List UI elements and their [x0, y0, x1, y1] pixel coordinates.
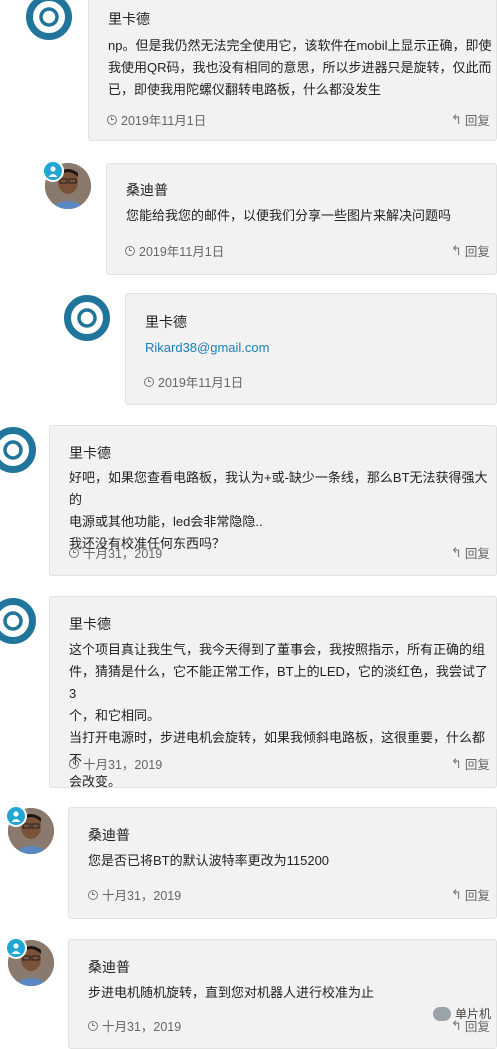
clock-icon — [88, 889, 98, 900]
comment-author[interactable]: 桑迪普 — [126, 180, 168, 200]
comment-author[interactable]: 里卡德 — [108, 9, 150, 29]
reply-label: 回复 — [464, 547, 490, 561]
email-link-text[interactable]: Rikard38@gmail.com — [145, 340, 269, 355]
comment-line: 我使用QR码，我也没有相同的意思，所以步进器只是旋转，仅此而 — [108, 60, 492, 75]
comment-line: 件，猜猜是什么，它不能正常工作，BT上的LED，它的淡红色，我尝试了3 — [69, 664, 488, 701]
comment-author[interactable]: 桑迪普 — [88, 825, 130, 845]
wordpress-avatar — [64, 295, 110, 341]
comment-date-text: 2019年11月1日 — [121, 114, 207, 128]
comment-date[interactable]: 2019年11月1日 — [144, 372, 243, 391]
comment-line: 好吧，如果您查看电路板，我认为+或-缺少一条线，那么BT无法获得强大的 — [69, 470, 488, 507]
comment-date[interactable]: 十月31，2019 — [69, 543, 162, 562]
comment-date[interactable]: 2019年11月1日 — [107, 110, 206, 129]
comment-author[interactable]: 里卡德 — [69, 614, 111, 634]
reply-label: 回复 — [464, 245, 490, 259]
comment-line: 您能给我您的邮件，以便我们分享一些图片来解决问题吗 — [126, 208, 452, 223]
clock-icon — [125, 245, 135, 256]
comment-date-text: 十月31，2019 — [102, 889, 182, 903]
comment-line: np。但是我仍然无法完全使用它，该软件在mobil上显示正确，即使 — [108, 38, 492, 53]
comment-date-text: 2019年11月1日 — [158, 376, 244, 390]
user-badge-icon — [5, 937, 27, 959]
email-link[interactable]: Rikard38@gmail.com — [145, 337, 490, 359]
comment-author[interactable]: 里卡德 — [69, 443, 111, 463]
wordpress-avatar — [0, 427, 36, 473]
comment-date[interactable]: 2019年11月1日 — [125, 241, 224, 260]
reply-icon: ↰ — [451, 755, 462, 771]
comment-line: 个，和它相同。 — [69, 708, 161, 723]
comment-author[interactable]: 桑迪普 — [88, 957, 130, 977]
wordpress-icon — [3, 440, 23, 460]
reply-icon: ↰ — [451, 544, 462, 560]
comment-date-text: 十月31，2019 — [83, 547, 163, 561]
reply-button[interactable]: ↰ 回复 — [451, 885, 490, 904]
user-badge-icon — [5, 805, 27, 827]
comment-line: 会改变。 — [69, 774, 122, 789]
watermark-text: 单片机 — [454, 1007, 491, 1021]
wordpress-icon — [3, 611, 23, 631]
reply-label: 回复 — [464, 114, 490, 128]
reply-icon: ↰ — [451, 111, 462, 127]
comment-body: 好吧，如果您查看电路板，我认为+或-缺少一条线，那么BT无法获得强大的 电源或其… — [69, 467, 494, 555]
comment-body: Rikard38@gmail.com — [145, 337, 490, 359]
comment-line: 步进电机随机旋转，直到您对机器人进行校准为止 — [88, 985, 375, 1000]
wordpress-avatar — [26, 0, 72, 40]
reply-icon: ↰ — [451, 886, 462, 902]
comment-date[interactable]: 十月31，2019 — [69, 754, 162, 773]
reply-button[interactable]: ↰ 回复 — [451, 110, 490, 129]
comment-body: 您能给我您的邮件，以便我们分享一些图片来解决问题吗 — [126, 205, 491, 227]
comment-author[interactable]: 里卡德 — [145, 312, 187, 332]
comment-line: 已，即使我用陀螺仪翻转电路板，什么都没发生 — [108, 82, 382, 97]
comment-body: np。但是我仍然无法完全使用它，该软件在mobil上显示正确，即使 我使用QR码… — [108, 35, 493, 101]
comment-date-text: 2019年11月1日 — [139, 245, 225, 259]
watermark: 单片机 — [432, 1005, 491, 1022]
comment-body: 步进电机随机旋转，直到您对机器人进行校准为止 — [88, 982, 493, 1004]
clock-icon — [69, 547, 79, 558]
comment-date-text: 十月31，2019 — [102, 1020, 182, 1034]
reply-button[interactable]: ↰ 回复 — [451, 754, 490, 773]
reply-label: 回复 — [464, 889, 490, 903]
chat-bubble-icon — [432, 1006, 451, 1021]
comment-date-text: 十月31，2019 — [83, 758, 163, 772]
reply-button[interactable]: ↰ 回复 — [451, 543, 490, 562]
comment-line: 您是否已将BT的默认波特率更改为115200 — [88, 853, 330, 868]
clock-icon — [107, 114, 117, 125]
clock-icon — [69, 758, 79, 769]
reply-icon: ↰ — [451, 242, 462, 258]
clock-icon — [88, 1020, 98, 1031]
reply-label: 回复 — [464, 758, 490, 772]
clock-icon — [144, 376, 154, 387]
user-badge-icon — [42, 160, 64, 182]
wordpress-icon — [39, 7, 59, 27]
comment-line: 电源或其他功能，led会非常隐隐.. — [69, 514, 263, 529]
comment-date[interactable]: 十月31，2019 — [88, 1016, 181, 1035]
comment-date[interactable]: 十月31，2019 — [88, 885, 181, 904]
wordpress-avatar — [0, 598, 36, 644]
wordpress-icon — [77, 308, 97, 328]
comment-body: 您是否已将BT的默认波特率更改为115200 — [88, 850, 493, 872]
comment-line: 这个项目真让我生气，我今天得到了董事会，我按照指示，所有正确的组 — [69, 642, 486, 657]
reply-button[interactable]: ↰ 回复 — [451, 241, 490, 260]
